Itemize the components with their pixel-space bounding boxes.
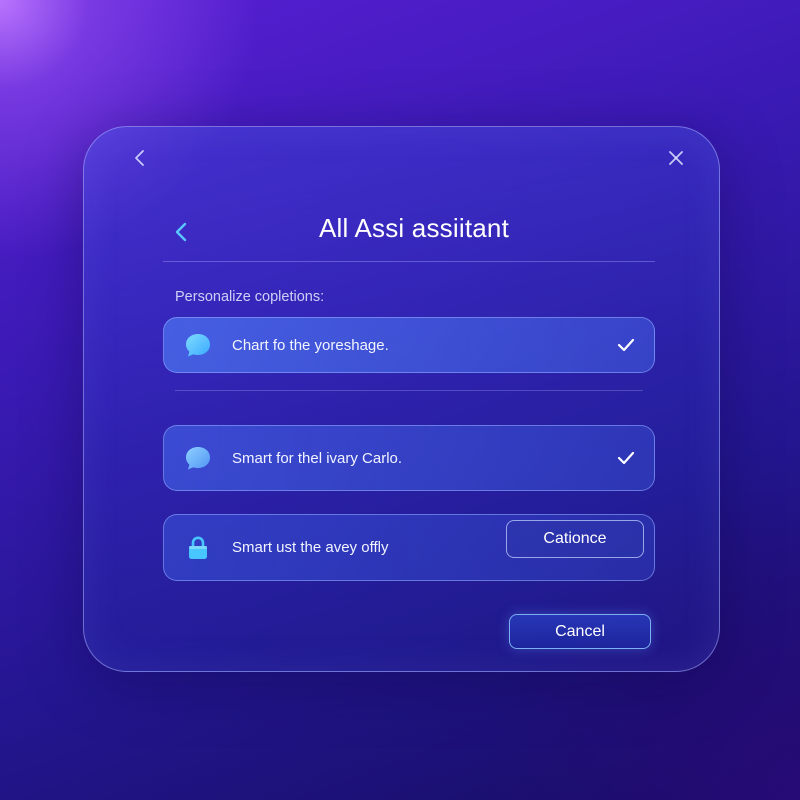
dialog-title: All Assi assiitant (318, 213, 509, 243)
close-icon (669, 151, 683, 165)
chevron-left-icon (175, 222, 187, 242)
close-button[interactable] (664, 146, 688, 170)
option-item-3[interactable]: Smart ust the avey offly Cationce (163, 514, 655, 581)
option-label: Smart for thel ivary Carlo. (232, 449, 403, 467)
option-label: Chart fo the yoreshage. (232, 336, 389, 354)
option-item-2[interactable]: Smart for thel ivary Carlo. (163, 425, 655, 491)
window-back-button[interactable] (128, 146, 152, 170)
options-divider (175, 390, 643, 391)
cancel-button[interactable]: Cancel (509, 614, 651, 649)
section-label: Personalize copletions: (175, 289, 325, 305)
header-back-button[interactable] (168, 219, 194, 245)
option-label: Smart ust the avey offly (232, 539, 389, 556)
option-action-button[interactable]: Cationce (506, 520, 644, 558)
assistant-dialog: All Assi assiitant Personalize copletion… (83, 126, 720, 672)
checkmark-icon (616, 335, 636, 355)
lock-icon (184, 534, 212, 562)
chevron-left-icon (135, 150, 144, 166)
checkmark-icon (616, 448, 636, 468)
option-item-1[interactable]: Chart fo the yoreshage. (163, 317, 655, 373)
chat-bubble-icon (184, 444, 212, 472)
header-divider (163, 261, 655, 262)
chat-bubble-icon (184, 331, 212, 359)
